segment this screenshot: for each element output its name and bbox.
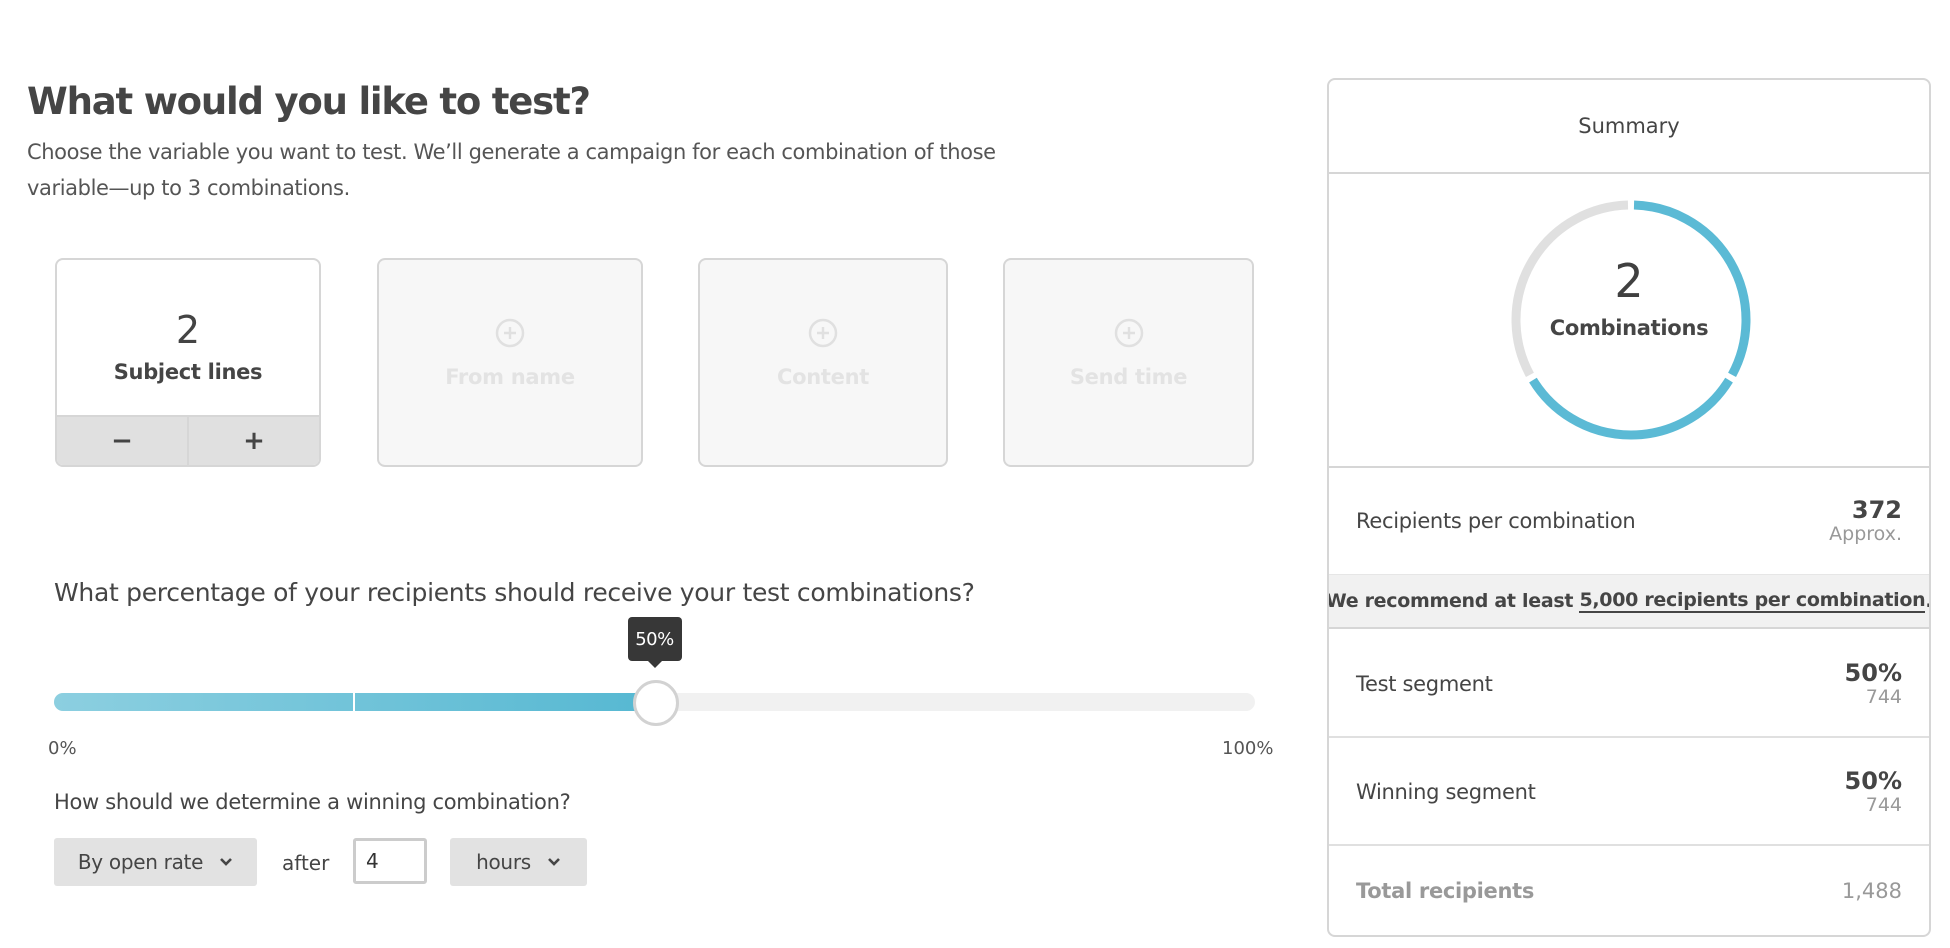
plus-circle-icon <box>808 318 838 348</box>
test-segment-percent: 50% <box>1844 658 1902 687</box>
total-recipients-value: 1,488 <box>1841 879 1902 903</box>
variable-card-send-time[interactable]: Send time <box>1003 258 1254 467</box>
test-segment-row: Test segment 50% 744 <box>1329 631 1929 738</box>
combinations-label: Combinations <box>1549 316 1709 340</box>
after-label: after <box>282 851 330 875</box>
variable-card-subject-lines: 2 Subject lines − + <box>55 258 321 467</box>
approx-note: Approx. <box>1829 523 1902 545</box>
combinations-count: 2 <box>1614 254 1644 308</box>
slider-min-label: 0% <box>48 738 77 759</box>
chevron-down-icon <box>220 858 233 866</box>
variable-label: Send time <box>1069 365 1188 389</box>
winning-segment-count: 744 <box>1865 793 1902 816</box>
donut-segment-filled <box>1529 377 1733 440</box>
decrement-button[interactable]: − <box>57 417 187 465</box>
winning-metric-dropdown[interactable]: By open rate <box>54 838 257 886</box>
winning-segment-row: Winning segment 50% 744 <box>1329 739 1929 846</box>
total-recipients-row: Total recipients 1,488 <box>1329 847 1929 935</box>
plus-circle-icon <box>1114 318 1143 348</box>
subject-lines-stepper: − + <box>57 415 319 465</box>
duration-unit-dropdown[interactable]: hours <box>450 838 587 886</box>
recipients-per-combination-row: Recipients per combination 372 Approx. <box>1329 468 1929 574</box>
page-title: What would you like to test? <box>27 80 591 123</box>
row-label: Total recipients <box>1356 879 1535 903</box>
chevron-down-icon <box>547 858 560 866</box>
row-label: Recipients per combination <box>1356 509 1636 533</box>
summary-title: Summary <box>1329 80 1929 174</box>
variable-card-from-name[interactable]: From name <box>377 258 643 467</box>
variable-label: Subject lines <box>113 360 263 384</box>
duration-unit-value: hours <box>476 850 531 874</box>
test-percentage-question: What percentage of your recipients shoul… <box>54 578 975 607</box>
row-label: Test segment <box>1356 671 1493 696</box>
winner-question: How should we determine a winning combin… <box>54 790 571 814</box>
winning-segment-percent: 50% <box>1844 766 1902 795</box>
recipients-per-combination-value: 372 <box>1851 496 1902 524</box>
recommendation-link[interactable]: 5,000 recipients per combination <box>1579 589 1926 613</box>
combinations-donut-section: 2 Combinations <box>1329 174 1929 468</box>
row-label: Winning segment <box>1356 779 1536 804</box>
slider-value-tooltip: 50% <box>627 617 682 668</box>
increment-button[interactable]: + <box>187 417 319 465</box>
duration-input[interactable] <box>353 838 427 884</box>
variable-label: From name <box>445 365 575 389</box>
summary-panel: Summary 2 Combinations Recipients per co… <box>1327 78 1931 937</box>
page-description: Choose the variable you want to test. We… <box>27 140 996 200</box>
slider-max-label: 100% <box>1222 738 1274 759</box>
combination-divider <box>353 693 356 711</box>
variable-card-content[interactable]: Content <box>698 258 948 467</box>
variable-label: Content <box>777 365 869 389</box>
test-segment-count: 744 <box>1865 685 1902 708</box>
recommendation-banner: We recommend at least 5,000 recipients p… <box>1329 574 1929 629</box>
recommendation-suffix: . <box>1925 590 1929 612</box>
plus-circle-icon <box>495 318 525 348</box>
winning-metric-value: By open rate <box>77 850 204 874</box>
slider-thumb[interactable] <box>632 680 679 726</box>
subject-lines-count: 2 <box>175 308 201 352</box>
recommendation-prefix: We recommend at least <box>1327 590 1580 612</box>
test-percentage-slider[interactable]: 50% <box>54 617 1255 726</box>
